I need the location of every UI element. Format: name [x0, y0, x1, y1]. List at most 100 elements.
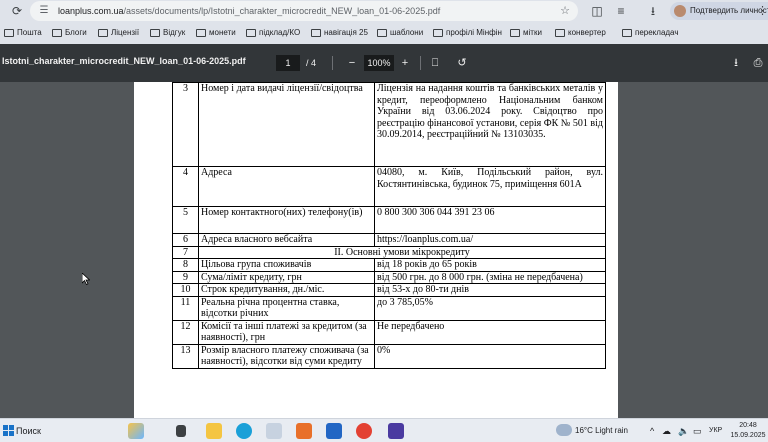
table-row: 5 Номер контактного(них) телефону(ів) 0 …	[172, 206, 606, 234]
row-value: https://loanplus.com.ua/	[374, 233, 606, 247]
zoom-out-icon[interactable]: −	[345, 55, 359, 71]
battery-icon[interactable]: ▭	[693, 419, 702, 442]
pdf-viewport[interactable]: 3 Номер і дата видачі ліцензії/свідоцтва…	[0, 82, 768, 418]
table-row: 3 Номер і дата видачі ліцензії/свідоцтва…	[172, 82, 606, 167]
table-row: 13 Розмір власного платежу споживача (за…	[172, 343, 606, 369]
bookmark-item[interactable]: монети	[196, 26, 236, 40]
page-total: / 4	[306, 58, 317, 68]
table-row: 4 Адреса 04080, м. Київ, Подільський рай…	[172, 166, 606, 207]
folder-icon	[555, 29, 565, 37]
row-label: Реальна річна процентна ставка, відсотки…	[198, 295, 375, 321]
volume-icon[interactable]: 🔈	[678, 419, 689, 442]
start-icon[interactable]	[3, 425, 14, 436]
folder-icon	[4, 29, 14, 37]
table-row: 11 Реальна річна процентна ставка, відсо…	[172, 295, 606, 321]
pdf-toolbar: Istotni_charakter_microcredit_NEW_loan_0…	[0, 44, 768, 82]
edge-icon[interactable]	[236, 423, 252, 439]
zoom-in-icon[interactable]: +	[398, 55, 412, 71]
pdf-page: 3 Номер і дата видачі ліцензії/свідоцтва…	[134, 82, 618, 418]
row-label: Цільова група споживачів	[198, 258, 375, 272]
avatar	[674, 5, 686, 17]
folder-icon	[377, 29, 387, 37]
bookmark-item[interactable]: Пошта	[4, 26, 42, 40]
row-label: Номер і дата видачі ліцензії/свідоцтва	[198, 82, 375, 167]
site-info-icon[interactable]: ☰	[38, 5, 50, 17]
toolbar-divider	[332, 56, 333, 70]
extensions-icon[interactable]: ◫	[588, 2, 606, 20]
bookmark-item[interactable]: підклад/КО	[246, 26, 300, 40]
folder-icon	[246, 29, 256, 37]
folder-icon	[196, 29, 206, 37]
taskbar-search[interactable]: Поиск	[16, 419, 41, 442]
clock[interactable]: 20:48 15.09.2025	[730, 421, 766, 441]
row-label: Адреса власного вебсайта	[198, 233, 375, 247]
bookmark-item[interactable]: конвертер	[555, 26, 606, 40]
show-hidden-icons-icon[interactable]: ^	[650, 419, 654, 442]
address-bar-row: ⟳ ☰ loanplus.com.ua/assets/documents/lp/…	[0, 0, 768, 22]
table-row: 10 Строк кредитування, дн./міс. від 53-х…	[172, 283, 606, 297]
fit-page-icon[interactable]: ⎕	[428, 55, 442, 71]
table-row: 6 Адреса власного вебсайта https://loanp…	[172, 233, 606, 247]
pdf-download-icon[interactable]: ⭳	[729, 55, 743, 71]
row-number: 3	[172, 82, 199, 167]
url-bar[interactable]: ☰ loanplus.com.ua/assets/documents/lp/Is…	[30, 1, 578, 21]
pdf-title: Istotni_charakter_microcredit_NEW_loan_0…	[2, 56, 246, 66]
language-indicator[interactable]: УКР	[709, 419, 722, 442]
rotate-icon[interactable]: ↺	[455, 55, 469, 71]
folder-icon	[433, 29, 443, 37]
url-text[interactable]: loanplus.com.ua/assets/documents/lp/Isto…	[58, 1, 440, 21]
zoom-input[interactable]: 100%	[364, 55, 394, 71]
bookmark-item[interactable]: шаблони	[377, 26, 423, 40]
folder-icon	[622, 29, 632, 37]
cloud-icon[interactable]: ☁	[662, 419, 671, 442]
row-label: Номер контактного(них) телефону(ів)	[198, 206, 375, 234]
row-number: 13	[172, 343, 199, 369]
row-value: 0 800 300 306 044 391 23 06	[374, 206, 606, 234]
row-number: 6	[172, 233, 199, 247]
weather-text[interactable]: 16°C Light rain	[575, 419, 628, 442]
profile-button[interactable]: Подтвердить личность	[670, 2, 768, 20]
row-value: 04080, м. Київ, Подільський район, вул. …	[374, 166, 606, 207]
row-label: Розмір власного платежу споживача (за на…	[198, 343, 375, 369]
taskbar: Поиск 16°C Light rain ^ ☁ 🔈 ▭ УКР 20:48 …	[0, 418, 768, 442]
weather-icon[interactable]	[556, 424, 572, 436]
table-row: 9 Сума/ліміт кредиту, грн від 500 грн. д…	[172, 270, 606, 284]
file-explorer-icon[interactable]	[206, 423, 222, 439]
row-label: Адреса	[198, 166, 375, 207]
chrome-icon[interactable]	[356, 423, 372, 439]
row-value: до 3 785,05%	[374, 295, 606, 321]
store-icon[interactable]	[266, 423, 282, 439]
row-number: 12	[172, 319, 199, 345]
bookmark-item[interactable]: Відгук	[150, 26, 185, 40]
teams-icon[interactable]	[388, 423, 404, 439]
print-icon[interactable]: ⎙	[751, 55, 765, 71]
app-icon[interactable]	[296, 423, 312, 439]
bookmark-item[interactable]: мітки	[510, 26, 542, 40]
row-number: 9	[172, 270, 199, 284]
bookmark-item[interactable]: навігація 25	[311, 26, 368, 40]
folder-icon	[311, 29, 321, 37]
task-view-icon[interactable]	[176, 425, 186, 437]
row-value: 0%	[374, 343, 606, 369]
clock-date: 15.09.2025	[730, 432, 766, 439]
browser-menu-icon[interactable]: ⋮	[757, 2, 768, 20]
row-value: від 500 грн. до 8 000 грн. (зміна не пер…	[374, 270, 606, 284]
bookmark-item[interactable]: Блоги	[52, 26, 87, 40]
bookmark-item[interactable]: профілі Мінфін	[433, 26, 502, 40]
bookmark-item[interactable]: Ліцензії	[98, 26, 139, 40]
credit-terms-table: 3 Номер і дата видачі ліцензії/свідоцтва…	[172, 82, 606, 369]
tab-search-icon[interactable]: ≡	[612, 2, 630, 20]
row-number: 10	[172, 283, 199, 297]
section-heading: II. Основні умови мікрокредиту	[198, 245, 606, 259]
row-number: 5	[172, 206, 199, 234]
copilot-icon[interactable]	[128, 423, 144, 439]
page-number-input[interactable]: 1	[276, 55, 300, 71]
outlook-icon[interactable]	[326, 423, 342, 439]
table-row: 8 Цільова група споживачів від 18 років …	[172, 258, 606, 272]
bookmark-star-icon[interactable]: ☆	[560, 4, 570, 17]
download-icon[interactable]: ⭳	[644, 2, 662, 20]
bookmark-item[interactable]: перекладач	[622, 26, 679, 40]
row-number: 8	[172, 258, 199, 272]
folder-icon	[510, 29, 520, 37]
reload-icon[interactable]: ⟳	[8, 2, 26, 20]
